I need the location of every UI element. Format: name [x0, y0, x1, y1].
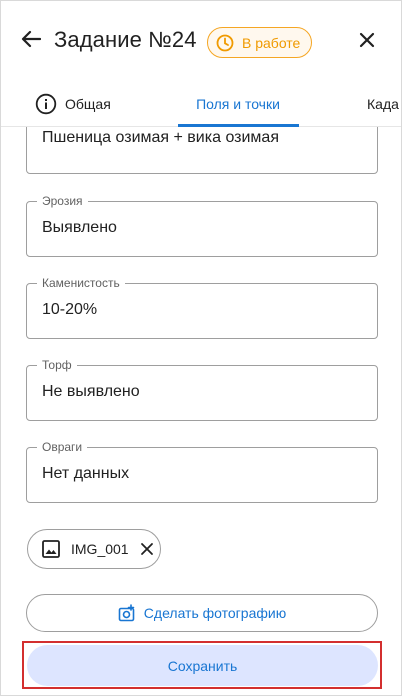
tab-general-label: Общая — [65, 96, 111, 112]
erosion-field-label: Эрозия — [37, 194, 88, 208]
ravines-field-label: Овраги — [37, 440, 88, 454]
header: Задание №24 В работе — [1, 1, 401, 81]
tab-cadastre-label: Када — [367, 96, 399, 112]
crop-field-value: Пшеница озимая + вика озимая — [42, 129, 279, 146]
attachment-chip[interactable]: IMG_001 — [27, 529, 161, 569]
back-button[interactable] — [17, 25, 45, 53]
tab-bar: Общая Поля и точки Када — [1, 81, 401, 127]
take-photo-button[interactable]: Сделать фотографию — [26, 594, 378, 632]
clock-icon — [216, 34, 234, 52]
stoniness-field[interactable]: Каменистость 10-20% — [26, 276, 378, 339]
image-icon — [41, 539, 61, 559]
stoniness-field-value: 10-20% — [42, 301, 98, 318]
tab-fields-and-points[interactable]: Поля и точки — [177, 81, 299, 127]
back-arrow-icon — [21, 30, 41, 48]
info-icon — [35, 93, 57, 115]
take-photo-label: Сделать фотографию — [143, 605, 287, 621]
add-photo-icon — [118, 604, 136, 622]
chip-close-icon[interactable] — [139, 541, 155, 557]
close-button[interactable] — [353, 26, 381, 54]
save-button[interactable]: Сохранить — [27, 645, 378, 686]
save-label: Сохранить — [167, 657, 238, 674]
peat-field-label: Торф — [37, 358, 77, 372]
close-icon — [359, 32, 375, 48]
crop-field[interactable]: Пшеница озимая + вика озимая — [26, 127, 378, 174]
peat-field-value: Не выявлено — [42, 383, 140, 400]
attachment-name: IMG_001 — [71, 541, 129, 557]
peat-field[interactable]: Торф Не выявлено — [26, 358, 378, 421]
tab-cadastre[interactable]: Када — [367, 81, 399, 127]
status-badge: В работе — [207, 27, 312, 58]
form-content: Пшеница озимая + вика озимая Эрозия Выяв… — [1, 127, 401, 695]
stoniness-field-label: Каменистость — [37, 276, 125, 290]
status-label: В работе — [242, 34, 301, 51]
page-title: Задание №24 — [54, 27, 197, 52]
ravines-field-value: Нет данных — [42, 465, 130, 482]
tab-general[interactable]: Общая — [35, 81, 111, 127]
erosion-field[interactable]: Эрозия Выявлено — [26, 194, 378, 257]
ravines-field[interactable]: Овраги Нет данных — [26, 440, 378, 503]
erosion-field-value: Выявлено — [42, 219, 117, 236]
app-frame: Задание №24 В работе Общая Поля и точки … — [0, 0, 402, 696]
tab-fields-label: Поля и точки — [196, 96, 280, 112]
